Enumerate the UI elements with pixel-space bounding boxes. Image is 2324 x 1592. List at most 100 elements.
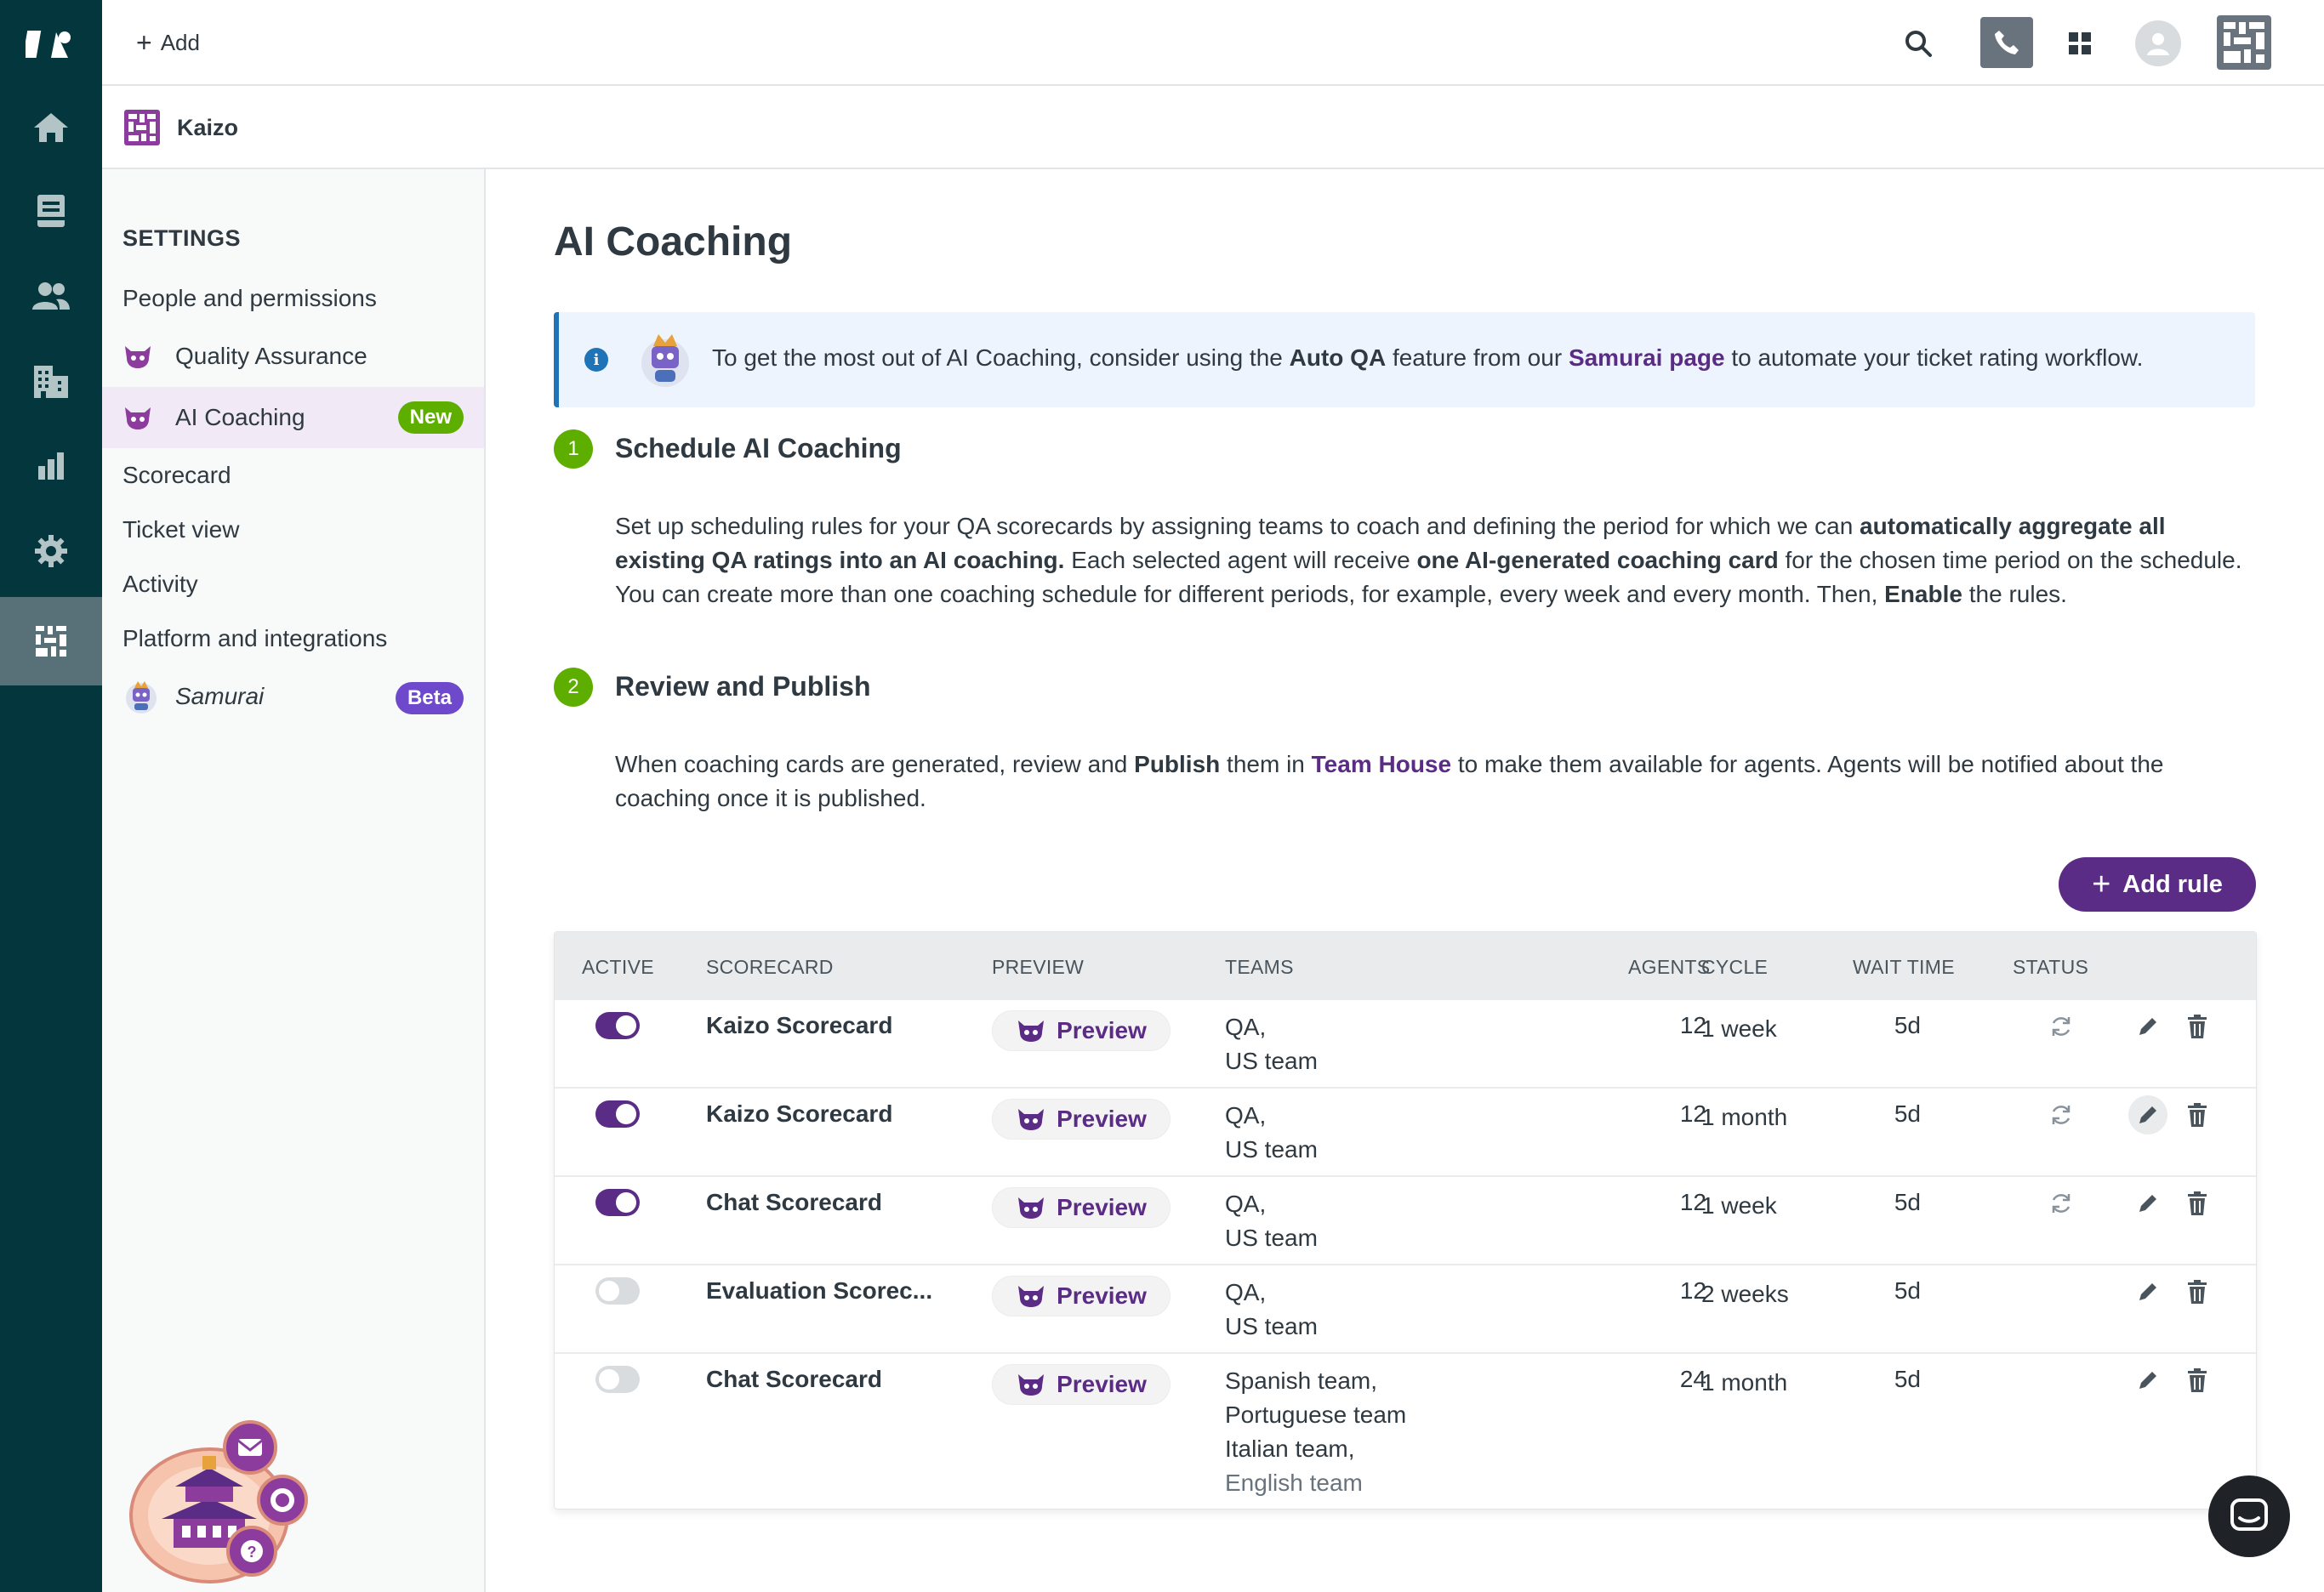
- search-icon[interactable]: [1897, 22, 1940, 65]
- active-toggle[interactable]: [595, 1366, 640, 1393]
- edit-pencil-icon[interactable]: [2128, 1272, 2167, 1311]
- scorecard-name: Kaizo Scorecard: [706, 1100, 893, 1127]
- gear-icon[interactable]: [26, 529, 77, 573]
- logo-icon[interactable]: [26, 22, 77, 65]
- sidebar-item-label: Quality Assurance: [175, 343, 367, 369]
- sidebar-item-people-and-permissions[interactable]: People and permissions: [102, 271, 484, 326]
- step-number: 2: [554, 668, 593, 707]
- active-toggle[interactable]: [595, 1189, 640, 1216]
- preview-button[interactable]: Preview: [992, 1364, 1171, 1405]
- rules-table: ACTIVE SCORECARD PREVIEW TEAMS AGENTS CY…: [554, 931, 2257, 1510]
- sidebar-item-label: Platform and integrations: [122, 625, 388, 651]
- banner-text-part: To get the most out of AI Coaching, cons…: [712, 344, 1290, 371]
- team-name: English team: [1225, 1470, 1363, 1496]
- chat-launcher-button[interactable]: [2208, 1475, 2290, 1557]
- scorecard-name: Kaizo Scorecard: [706, 1012, 893, 1038]
- info-banner: i To get the most out of AI Coaching, co…: [554, 312, 2255, 407]
- cycle-value: 1 week: [1701, 1192, 1777, 1219]
- cycle-value: 2 weeks: [1701, 1281, 1789, 1307]
- step-number: 1: [554, 429, 593, 469]
- edit-pencil-icon[interactable]: [2128, 1007, 2167, 1046]
- team-name: Spanish team,: [1225, 1367, 1377, 1394]
- agents-count: 12: [1679, 1189, 1706, 1215]
- text-part: When coaching cards are generated, revie…: [615, 751, 1135, 777]
- team-house-link[interactable]: Team House: [1312, 751, 1451, 777]
- users-icon[interactable]: [26, 274, 77, 318]
- delete-trash-icon[interactable]: [2178, 1184, 2217, 1223]
- toggle-knob: [616, 1192, 636, 1213]
- preview-button[interactable]: Preview: [992, 1187, 1171, 1228]
- sidebar-item-activity[interactable]: Activity: [102, 557, 484, 611]
- team-name: QA,: [1225, 1191, 1267, 1217]
- delete-trash-icon[interactable]: [2178, 1361, 2217, 1400]
- kaizo-logo-icon: [124, 110, 160, 145]
- preview-button[interactable]: Preview: [992, 1010, 1171, 1051]
- step-description: When coaching cards are generated, revie…: [615, 748, 2257, 816]
- delete-trash-icon[interactable]: [2178, 1272, 2217, 1311]
- reports-icon[interactable]: [26, 444, 77, 488]
- samurai-mascot-icon: [637, 331, 693, 389]
- add-button[interactable]: + Add: [136, 26, 200, 60]
- agents-count: 12: [1679, 1277, 1706, 1304]
- delete-trash-icon[interactable]: [2178, 1007, 2217, 1046]
- sidebar-item-quality-assurance[interactable]: Quality Assurance: [102, 329, 484, 384]
- phone-icon[interactable]: [1980, 17, 2033, 68]
- scorecard-name: Chat Scorecard: [706, 1189, 882, 1215]
- preview-button[interactable]: Preview: [992, 1099, 1171, 1140]
- tickets-icon[interactable]: [26, 189, 77, 233]
- team-name: US team: [1225, 1313, 1318, 1339]
- add-rule-button[interactable]: + Add rule: [2059, 857, 2256, 912]
- wait-time-value: 5d: [1894, 1012, 1921, 1038]
- kaizo-widget[interactable]: ?: [124, 1415, 311, 1585]
- product-rail: [0, 0, 102, 1592]
- preview-label: Preview: [1057, 1282, 1147, 1309]
- sidebar-item-samurai[interactable]: Samurai Beta: [102, 669, 484, 724]
- teams-cell: QA, US team: [1225, 1187, 1318, 1255]
- samurai-page-link[interactable]: Samurai page: [1569, 344, 1725, 371]
- kaizo-app-icon[interactable]: [0, 597, 102, 685]
- edit-pencil-icon[interactable]: [2128, 1095, 2167, 1134]
- avatar[interactable]: [2135, 20, 2181, 66]
- toggle-knob: [599, 1281, 619, 1301]
- kaizo-mascot-icon: [122, 341, 160, 372]
- organizations-icon[interactable]: [26, 359, 77, 403]
- team-name: QA,: [1225, 1014, 1267, 1040]
- sidebar-item-ai-coaching[interactable]: AI Coaching New: [102, 387, 484, 448]
- apps-grid-icon[interactable]: [2059, 22, 2101, 65]
- team-name: QA,: [1225, 1279, 1267, 1305]
- preview-button[interactable]: Preview: [992, 1276, 1171, 1316]
- active-toggle[interactable]: [595, 1100, 640, 1128]
- text-part: Set up scheduling rules for your QA scor…: [615, 513, 1860, 539]
- toggle-knob: [616, 1015, 636, 1036]
- active-toggle[interactable]: [595, 1277, 640, 1305]
- add-rule-label: Add rule: [2122, 870, 2223, 898]
- active-toggle[interactable]: [595, 1012, 640, 1039]
- preview-label: Preview: [1057, 1194, 1147, 1220]
- edit-pencil-icon[interactable]: [2128, 1184, 2167, 1223]
- kaizo-mascot-icon: [1018, 1109, 1045, 1130]
- info-banner-text: To get the most out of AI Coaching, cons…: [712, 344, 2143, 372]
- text-part: Each selected agent will receive: [1064, 547, 1417, 573]
- kaizo-mascot-icon: [122, 402, 160, 433]
- edit-pencil-icon[interactable]: [2128, 1361, 2167, 1400]
- column-header-agents: AGENTS: [1628, 956, 1711, 978]
- kaizo-mascot-icon: [1018, 1286, 1045, 1307]
- column-header-cycle: CYCLE: [1701, 956, 1769, 978]
- table-row: Chat Scorecard Preview QA, US team 12 1 w…: [555, 1175, 2256, 1264]
- plus-icon: +: [136, 27, 152, 58]
- toggle-knob: [599, 1369, 619, 1390]
- wait-time-value: 5d: [1894, 1100, 1921, 1127]
- banner-auto-qa: Auto QA: [1289, 344, 1387, 371]
- column-header-preview: PREVIEW: [992, 956, 1085, 978]
- mail-icon: [223, 1420, 277, 1475]
- sidebar-item-scorecard[interactable]: Scorecard: [102, 448, 484, 503]
- delete-trash-icon[interactable]: [2178, 1095, 2217, 1134]
- teams-cell: Spanish team, Portuguese team Italian team…: [1225, 1364, 1406, 1500]
- team-name: Portuguese team: [1225, 1402, 1407, 1428]
- kaizo-app-icon[interactable]: [2217, 15, 2271, 70]
- home-icon[interactable]: [26, 105, 77, 150]
- sidebar-item-ticket-view[interactable]: Ticket view: [102, 503, 484, 557]
- column-header-active: ACTIVE: [582, 956, 654, 978]
- chat-icon: [2230, 1498, 2268, 1531]
- sidebar-item-platform-and-integrations[interactable]: Platform and integrations: [102, 611, 484, 666]
